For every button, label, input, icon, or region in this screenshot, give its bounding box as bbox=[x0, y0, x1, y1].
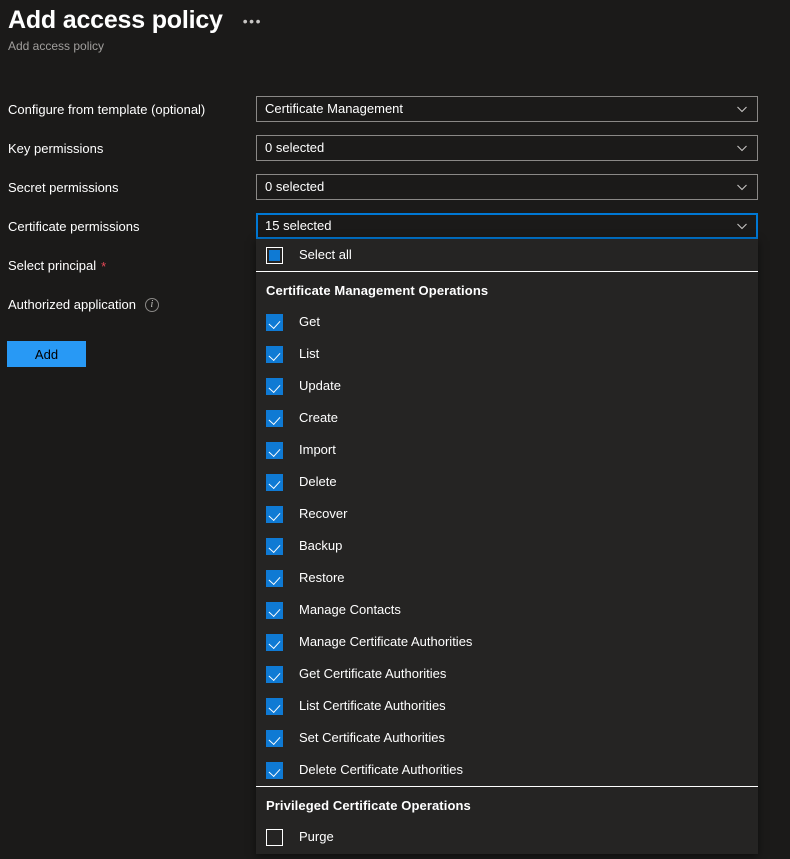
checkbox-checked-icon[interactable] bbox=[266, 314, 283, 331]
permission-option-label: Recover bbox=[299, 505, 347, 523]
permission-option-select-all[interactable]: Select all bbox=[256, 239, 758, 271]
form-row: Secret permissions 0 selected bbox=[0, 174, 790, 213]
dropdown-certificate-permissions[interactable]: 15 selected bbox=[256, 213, 758, 239]
chevron-down-icon bbox=[736, 142, 748, 154]
form-label: Key permissions bbox=[8, 140, 103, 158]
add-button[interactable]: Add bbox=[7, 341, 86, 367]
checkbox-checked-icon[interactable] bbox=[266, 762, 283, 779]
permission-option-delete[interactable]: Delete bbox=[256, 466, 758, 498]
checkbox-checked-icon[interactable] bbox=[266, 442, 283, 459]
form-label-text: Key permissions bbox=[8, 140, 103, 158]
dropdown-value: 15 selected bbox=[265, 217, 736, 235]
permission-option-label: Delete bbox=[299, 473, 337, 491]
permission-option-label: List Certificate Authorities bbox=[299, 697, 446, 715]
certificate-permissions-flyout: Select all Certificate Management Operati… bbox=[256, 239, 758, 854]
permission-option-purge[interactable]: Purge bbox=[256, 821, 758, 853]
permission-option-label: Manage Contacts bbox=[299, 601, 401, 619]
form-label-text: Authorized application bbox=[8, 296, 136, 314]
permission-option-get[interactable]: Get bbox=[256, 306, 758, 338]
page-subtitle: Add access policy bbox=[8, 38, 790, 54]
form-label-text: Certificate permissions bbox=[8, 218, 140, 236]
title-row: Add access policy ••• bbox=[8, 4, 790, 36]
permission-option-backup[interactable]: Backup bbox=[256, 530, 758, 562]
permission-option-recover[interactable]: Recover bbox=[256, 498, 758, 530]
permission-option-label: Delete Certificate Authorities bbox=[299, 761, 463, 779]
permission-option-list-certificate-authorities[interactable]: List Certificate Authorities bbox=[256, 690, 758, 722]
checkbox-checked-icon[interactable] bbox=[266, 602, 283, 619]
chevron-down-icon bbox=[736, 103, 748, 115]
dropdown-value: 0 selected bbox=[265, 139, 736, 157]
permission-option-label: Import bbox=[299, 441, 336, 459]
page-header: Add access policy ••• Add access policy bbox=[0, 0, 790, 54]
dropdown-key-permissions[interactable]: 0 selected bbox=[256, 135, 758, 161]
checkbox-checked-icon[interactable] bbox=[266, 346, 283, 363]
permission-option-label: Restore bbox=[299, 569, 345, 587]
chevron-down-icon bbox=[736, 181, 748, 193]
permission-option-restore[interactable]: Restore bbox=[256, 562, 758, 594]
permission-option-delete-certificate-authorities[interactable]: Delete Certificate Authorities bbox=[256, 754, 758, 786]
permission-group-header: Certificate Management Operations bbox=[256, 272, 758, 306]
permission-option-label: Manage Certificate Authorities bbox=[299, 633, 472, 651]
permission-option-manage-contacts[interactable]: Manage Contacts bbox=[256, 594, 758, 626]
dropdown-configure-from-template-optional[interactable]: Certificate Management bbox=[256, 96, 758, 122]
permission-option-list[interactable]: List bbox=[256, 338, 758, 370]
checkbox-checked-icon[interactable] bbox=[266, 506, 283, 523]
form-label-text: Configure from template (optional) bbox=[8, 101, 205, 119]
dropdown-value: Certificate Management bbox=[265, 100, 736, 118]
checkbox-checked-icon[interactable] bbox=[266, 538, 283, 555]
permission-option-set-certificate-authorities[interactable]: Set Certificate Authorities bbox=[256, 722, 758, 754]
permission-option-get-certificate-authorities[interactable]: Get Certificate Authorities bbox=[256, 658, 758, 690]
permission-group-header: Privileged Certificate Operations bbox=[256, 787, 758, 821]
permission-option-manage-certificate-authorities[interactable]: Manage Certificate Authorities bbox=[256, 626, 758, 658]
form-label: Authorized application i bbox=[8, 296, 159, 314]
page-title: Add access policy bbox=[8, 4, 223, 36]
dropdown-value: 0 selected bbox=[265, 178, 736, 196]
permission-option-label: List bbox=[299, 345, 319, 363]
form-label: Configure from template (optional) bbox=[8, 101, 205, 119]
permission-option-import[interactable]: Import bbox=[256, 434, 758, 466]
checkbox-checked-icon[interactable] bbox=[266, 698, 283, 715]
form-row: Configure from template (optional) Certif… bbox=[0, 96, 790, 135]
permission-option-label: Get bbox=[299, 313, 320, 331]
permission-option-label: Create bbox=[299, 409, 338, 427]
checkbox-checked-icon[interactable] bbox=[266, 474, 283, 491]
permission-option-create[interactable]: Create bbox=[256, 402, 758, 434]
form-label: Select principal * bbox=[8, 257, 106, 275]
permission-option-label: Backup bbox=[299, 537, 342, 555]
form-row: Key permissions 0 selected bbox=[0, 135, 790, 174]
form-label: Secret permissions bbox=[8, 179, 119, 197]
required-asterisk: * bbox=[101, 260, 106, 273]
more-options-icon[interactable]: ••• bbox=[243, 16, 262, 26]
form-label-text: Select principal bbox=[8, 257, 96, 275]
permission-option-label: Set Certificate Authorities bbox=[299, 729, 445, 747]
checkbox-unchecked-icon[interactable] bbox=[266, 829, 283, 846]
checkbox-checked-icon[interactable] bbox=[266, 570, 283, 587]
permission-option-label: Get Certificate Authorities bbox=[299, 665, 446, 683]
form-label-text: Secret permissions bbox=[8, 179, 119, 197]
checkbox-checked-icon[interactable] bbox=[266, 634, 283, 651]
dropdown-secret-permissions[interactable]: 0 selected bbox=[256, 174, 758, 200]
checkbox-checked-icon[interactable] bbox=[266, 666, 283, 683]
permission-option-update[interactable]: Update bbox=[256, 370, 758, 402]
checkbox-indeterminate-icon[interactable] bbox=[266, 247, 283, 264]
form-label: Certificate permissions bbox=[8, 218, 140, 236]
checkbox-checked-icon[interactable] bbox=[266, 730, 283, 747]
permission-option-label: Purge bbox=[299, 828, 334, 846]
permission-option-label: Update bbox=[299, 377, 341, 395]
info-icon[interactable]: i bbox=[145, 298, 159, 312]
checkbox-checked-icon[interactable] bbox=[266, 378, 283, 395]
chevron-down-icon bbox=[736, 220, 748, 232]
checkbox-checked-icon[interactable] bbox=[266, 410, 283, 427]
permission-option-label: Select all bbox=[299, 246, 352, 264]
